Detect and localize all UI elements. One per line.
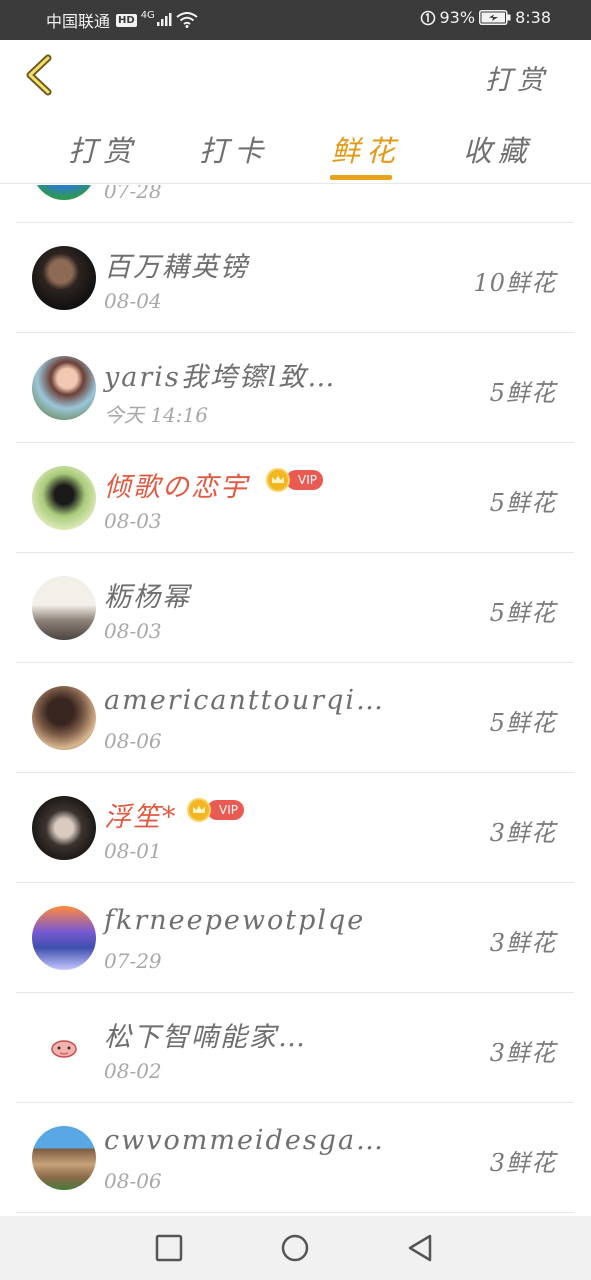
carrier-name: 中国联通 [46, 12, 111, 31]
clock: 8:38 [515, 8, 551, 27]
back-triangle-icon[interactable] [404, 1232, 436, 1264]
gift-date: 08-01 [104, 839, 162, 863]
vip-badge: VIP [262, 468, 323, 492]
flower-amount: 5鲜花 [489, 379, 556, 407]
list-item[interactable]: 倾歌の恋宇 VIP 08-03 5鲜花 [16, 443, 574, 553]
avatar [32, 1126, 96, 1190]
network-type: 4G [140, 9, 155, 21]
gift-date: 08-03 [104, 509, 162, 533]
battery-charging-icon [479, 10, 511, 25]
user-name: yaris我垮镲l致… [104, 362, 337, 393]
crown-icon [187, 798, 211, 822]
avatar [32, 576, 96, 640]
status-bar: 中国联通 HD 4G 93% 8:38 [0, 0, 591, 40]
user-name: 浮笙* [104, 802, 178, 833]
avatar [32, 185, 96, 200]
avatar [32, 686, 96, 750]
list-item[interactable]: americanttourqi… 08-06 5鲜花 [16, 663, 574, 773]
avatar [32, 796, 96, 860]
vip-badge: VIP [183, 798, 244, 822]
user-name: americanttourqi… [104, 685, 385, 716]
page-title: 打赏 [485, 65, 549, 96]
recent-apps-square-icon[interactable] [153, 1232, 185, 1264]
flower-amount: 5鲜花 [489, 599, 556, 627]
user-name: 百万耩英镑 [104, 252, 249, 283]
flower-amount: 3鲜花 [489, 1039, 556, 1067]
gift-date: 今天 14:16 [104, 403, 208, 427]
user-name: fkrneepewotplqe [104, 905, 366, 936]
gift-date: 08-04 [104, 289, 162, 313]
vip-label: VIP [286, 470, 323, 490]
avatar [32, 246, 96, 310]
user-name: 粝杨幂 [104, 582, 191, 613]
gift-date: 07-28 [104, 185, 162, 203]
list-item[interactable]: cwvommeidesga… 08-06 3鲜花 [16, 1103, 574, 1213]
list-item[interactable]: 浮笙* VIP 08-01 3鲜花 [16, 773, 574, 883]
flower-giver-list: 07-28 百万耩英镑 08-04 10鲜花 yaris我垮镲l致… 今天 14… [0, 185, 591, 1216]
avatar [32, 1016, 96, 1080]
home-circle-icon[interactable] [279, 1232, 311, 1264]
list-item[interactable]: 粝杨幂 08-03 5鲜花 [16, 553, 574, 663]
list-item[interactable]: 百万耩英镑 08-04 10鲜花 [16, 223, 574, 333]
flower-amount: 3鲜花 [489, 1149, 556, 1177]
avatar [32, 356, 96, 420]
gift-date: 08-03 [104, 619, 162, 643]
mascot-icon [51, 1040, 77, 1058]
list-item[interactable]: fkrneepewotplqe 07-29 3鲜花 [16, 883, 574, 993]
active-tab-indicator [330, 175, 392, 180]
gift-date: 08-06 [104, 1169, 162, 1193]
list-item[interactable]: 松下智喃能家… 08-02 3鲜花 [16, 993, 574, 1103]
avatar [32, 906, 96, 970]
tab-reward[interactable]: 打赏 [68, 128, 138, 170]
tab-checkin[interactable]: 打卡 [199, 128, 269, 170]
gift-date: 08-06 [104, 729, 162, 753]
back-arrow-icon[interactable] [22, 54, 56, 96]
flower-amount: 10鲜花 [473, 269, 556, 297]
flower-amount: 5鲜花 [489, 709, 556, 737]
signal-icon [156, 13, 172, 26]
list-item[interactable]: yaris我垮镲l致… 今天 14:16 5鲜花 [16, 333, 574, 443]
list-item[interactable]: 07-28 [16, 185, 574, 223]
gift-date: 07-29 [104, 949, 162, 973]
user-name: cwvommeidesga… [104, 1125, 386, 1156]
avatar [32, 466, 96, 530]
gift-date: 08-02 [104, 1059, 162, 1083]
system-nav-bar [0, 1216, 591, 1280]
data-saver-icon [420, 10, 435, 25]
tab-favorites[interactable]: 收藏 [463, 128, 533, 170]
vip-label: VIP [207, 800, 244, 820]
app-screen: 中国联通 HD 4G 93% 8:38 打赏 打赏 打卡 鲜花 收藏 07-28… [0, 0, 591, 1280]
tab-flowers[interactable]: 鲜花 [331, 128, 401, 170]
hd-badge: HD [116, 13, 137, 27]
battery-percent: 93% [439, 8, 476, 27]
page-header: 打赏 打赏 打卡 鲜花 收藏 [0, 40, 591, 184]
flower-amount: 5鲜花 [489, 489, 556, 517]
crown-icon [266, 468, 290, 492]
user-name: 松下智喃能家… [104, 1022, 307, 1053]
flower-amount: 3鲜花 [489, 819, 556, 847]
user-name: 倾歌の恋宇 [104, 472, 249, 503]
flower-amount: 3鲜花 [489, 929, 556, 957]
wifi-icon [176, 12, 198, 28]
